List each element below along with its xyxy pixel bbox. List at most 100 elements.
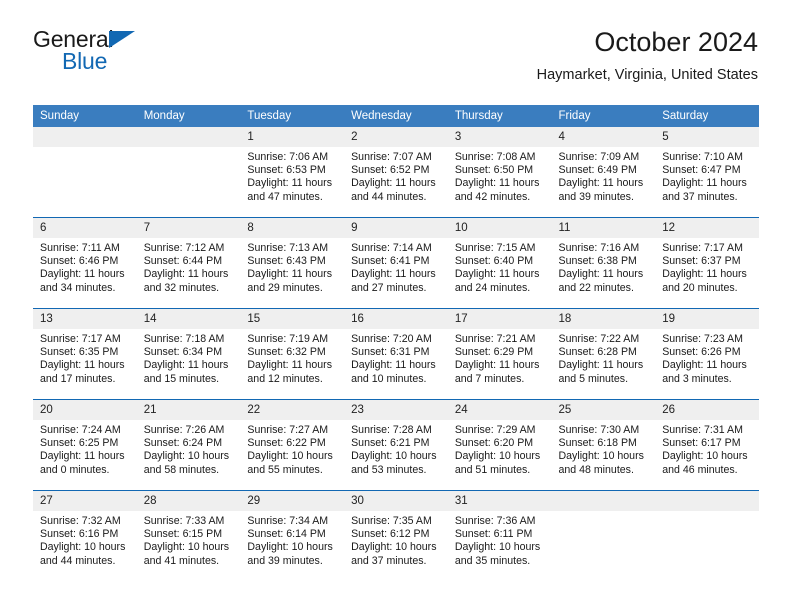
daylight-text-line2: and 37 minutes. bbox=[662, 190, 738, 203]
calendar-day-cell[interactable]: 9 Sunrise: 7:14 AM Sunset: 6:41 PM Daylight… bbox=[344, 217, 448, 309]
daylight-text-line1: Daylight: 10 hours bbox=[247, 450, 333, 463]
weekday-header-monday: Monday bbox=[136, 105, 241, 127]
title-block: October 2024 Haymarket, Virginia, United… bbox=[537, 26, 758, 85]
calendar-day-cell[interactable]: 8 Sunrise: 7:13 AM Sunset: 6:43 PM Daylight… bbox=[240, 217, 345, 309]
day-details: Sunrise: 7:23 AM Sunset: 6:26 PM Daylight:… bbox=[655, 329, 759, 386]
daylight-text-line1: Daylight: 10 hours bbox=[454, 450, 541, 463]
sunset-text: Sunset: 6:46 PM bbox=[40, 255, 119, 268]
daylight-text-line2: and 42 minutes. bbox=[454, 190, 531, 203]
calendar-day-cell-empty bbox=[136, 127, 241, 218]
calendar-day-cell[interactable]: 13 Sunrise: 7:17 AM Sunset: 6:35 PM Dayligh… bbox=[33, 308, 137, 400]
day-number: 16 bbox=[344, 309, 448, 329]
sunset-text: Sunset: 6:14 PM bbox=[247, 528, 326, 541]
sunset-text: Sunset: 6:49 PM bbox=[558, 164, 637, 177]
daylight-text-line2: and 3 minutes. bbox=[662, 372, 732, 385]
daylight-text-line2: and 53 minutes. bbox=[351, 463, 427, 476]
calendar-day-cell[interactable]: 4 Sunrise: 7:09 AM Sunset: 6:49 PM Daylight… bbox=[551, 127, 656, 218]
day-number: 8 bbox=[240, 218, 345, 238]
day-number: 3 bbox=[447, 127, 552, 147]
sunrise-text: Sunrise: 7:16 AM bbox=[558, 242, 640, 254]
calendar-week-row: 1 Sunrise: 7:06 AM Sunset: 6:53 PM Daylight… bbox=[33, 127, 759, 218]
sunrise-text: Sunrise: 7:07 AM bbox=[351, 151, 432, 163]
calendar-day-cell[interactable]: 23 Sunrise: 7:28 AM Sunset: 6:21 PM Dayligh… bbox=[344, 399, 448, 491]
calendar-day-cell[interactable]: 12 Sunrise: 7:17 AM Sunset: 6:37 PM Dayligh… bbox=[655, 217, 759, 309]
calendar-day-cell[interactable]: 25 Sunrise: 7:30 AM Sunset: 6:18 PM Dayligh… bbox=[551, 399, 656, 491]
day-details: Sunrise: 7:17 AM Sunset: 6:37 PM Daylight:… bbox=[655, 238, 759, 295]
calendar-day-cell[interactable]: 1 Sunrise: 7:06 AM Sunset: 6:53 PM Daylight… bbox=[240, 127, 345, 218]
calendar-day-cell[interactable]: 11 Sunrise: 7:16 AM Sunset: 6:38 PM Dayligh… bbox=[551, 217, 656, 309]
sunset-text: Sunset: 6:37 PM bbox=[662, 255, 741, 268]
calendar-day-cell[interactable]: 3 Sunrise: 7:08 AM Sunset: 6:50 PM Daylight… bbox=[447, 127, 552, 218]
sunset-text: Sunset: 6:31 PM bbox=[351, 346, 430, 359]
daylight-text-line2: and 44 minutes. bbox=[351, 190, 427, 203]
sunset-text: Sunset: 6:35 PM bbox=[40, 346, 119, 359]
daylight-text-line1: Daylight: 11 hours bbox=[454, 177, 540, 190]
sunrise-text: Sunrise: 7:27 AM bbox=[247, 424, 329, 436]
sunrise-text: Sunrise: 7:17 AM bbox=[40, 333, 121, 345]
day-number: 24 bbox=[447, 400, 552, 420]
day-details: Sunrise: 7:27 AM Sunset: 6:22 PM Daylight:… bbox=[240, 420, 344, 477]
page-title: October 2024 bbox=[594, 27, 758, 57]
daylight-text-line2: and 34 minutes. bbox=[40, 281, 116, 294]
calendar-day-cell[interactable]: 7 Sunrise: 7:12 AM Sunset: 6:44 PM Daylight… bbox=[136, 217, 241, 309]
calendar-day-cell[interactable]: 22 Sunrise: 7:27 AM Sunset: 6:22 PM Dayligh… bbox=[240, 399, 345, 491]
day-details: Sunrise: 7:34 AM Sunset: 6:14 PM Daylight:… bbox=[240, 511, 344, 568]
sunset-text: Sunset: 6:21 PM bbox=[351, 437, 430, 450]
calendar-day-cell[interactable]: 10 Sunrise: 7:15 AM Sunset: 6:40 PM Dayligh… bbox=[447, 217, 552, 309]
day-details: Sunrise: 7:22 AM Sunset: 6:28 PM Daylight:… bbox=[552, 329, 656, 386]
sunset-text: Sunset: 6:28 PM bbox=[558, 346, 637, 359]
calendar-day-cell[interactable]: 20 Sunrise: 7:24 AM Sunset: 6:25 PM Dayligh… bbox=[33, 399, 137, 491]
day-number: 2 bbox=[344, 127, 448, 147]
calendar-day-cell[interactable]: 6 Sunrise: 7:11 AM Sunset: 6:46 PM Daylight… bbox=[33, 217, 137, 309]
sunset-text: Sunset: 6:50 PM bbox=[454, 164, 534, 177]
sunrise-text: Sunrise: 7:29 AM bbox=[454, 424, 536, 436]
daylight-text-line2: and 41 minutes. bbox=[143, 554, 220, 567]
calendar-day-cell[interactable]: 24 Sunrise: 7:29 AM Sunset: 6:20 PM Dayligh… bbox=[447, 399, 552, 491]
sunset-text: Sunset: 6:52 PM bbox=[351, 164, 430, 177]
sunset-text: Sunset: 6:53 PM bbox=[247, 164, 326, 177]
sunrise-text: Sunrise: 7:21 AM bbox=[454, 333, 536, 345]
calendar-day-cell[interactable]: 2 Sunrise: 7:07 AM Sunset: 6:52 PM Daylight… bbox=[344, 127, 448, 218]
sunrise-text: Sunrise: 7:24 AM bbox=[40, 424, 121, 436]
sunrise-text: Sunrise: 7:26 AM bbox=[143, 424, 225, 436]
day-details: Sunrise: 7:28 AM Sunset: 6:21 PM Daylight:… bbox=[344, 420, 448, 477]
calendar-day-cell[interactable]: 18 Sunrise: 7:22 AM Sunset: 6:28 PM Dayligh… bbox=[551, 308, 656, 400]
calendar-day-cell[interactable]: 21 Sunrise: 7:26 AM Sunset: 6:24 PM Dayligh… bbox=[136, 399, 241, 491]
calendar-day-cell[interactable]: 26 Sunrise: 7:31 AM Sunset: 6:17 PM Dayligh… bbox=[655, 399, 759, 491]
sunset-text: Sunset: 6:34 PM bbox=[143, 346, 223, 359]
sunset-text: Sunset: 6:38 PM bbox=[558, 255, 637, 268]
sunrise-text: Sunrise: 7:20 AM bbox=[351, 333, 432, 345]
calendar-day-cell-empty bbox=[33, 127, 137, 218]
calendar-day-cell[interactable]: 31 Sunrise: 7:36 AM Sunset: 6:11 PM Dayligh… bbox=[447, 490, 552, 581]
daylight-text-line2: and 5 minutes. bbox=[558, 372, 629, 385]
daylight-text-line2: and 7 minutes. bbox=[454, 372, 525, 385]
day-number: 26 bbox=[655, 400, 759, 420]
generalblue-logo[interactable]: General Blue bbox=[33, 26, 233, 82]
calendar-day-cell[interactable]: 14 Sunrise: 7:18 AM Sunset: 6:34 PM Dayligh… bbox=[136, 308, 241, 400]
daylight-text-line2: and 17 minutes. bbox=[40, 372, 116, 385]
sunrise-text: Sunrise: 7:09 AM bbox=[558, 151, 640, 163]
calendar-day-cell[interactable]: 27 Sunrise: 7:32 AM Sunset: 6:16 PM Dayligh… bbox=[33, 490, 137, 581]
calendar-day-cell[interactable]: 30 Sunrise: 7:35 AM Sunset: 6:12 PM Dayligh… bbox=[344, 490, 448, 581]
daylight-text-line1: Daylight: 11 hours bbox=[143, 359, 229, 372]
daylight-text-line1: Daylight: 10 hours bbox=[40, 541, 126, 554]
daylight-text-line2: and 22 minutes. bbox=[558, 281, 634, 294]
calendar-day-cell[interactable]: 28 Sunrise: 7:33 AM Sunset: 6:15 PM Dayligh… bbox=[136, 490, 241, 581]
daylight-text-line1: Daylight: 10 hours bbox=[247, 541, 333, 554]
day-details: Sunrise: 7:29 AM Sunset: 6:20 PM Daylight:… bbox=[448, 420, 552, 477]
day-number: 10 bbox=[447, 218, 552, 238]
day-number bbox=[655, 491, 759, 511]
calendar-day-cell[interactable]: 5 Sunrise: 7:10 AM Sunset: 6:47 PM Daylight… bbox=[655, 127, 759, 218]
calendar-day-cell[interactable]: 17 Sunrise: 7:21 AM Sunset: 6:29 PM Dayligh… bbox=[447, 308, 552, 400]
calendar-day-cell[interactable]: 29 Sunrise: 7:34 AM Sunset: 6:14 PM Dayligh… bbox=[240, 490, 345, 581]
daylight-text-line1: Daylight: 11 hours bbox=[558, 359, 644, 372]
calendar-day-cell[interactable]: 19 Sunrise: 7:23 AM Sunset: 6:26 PM Dayligh… bbox=[655, 308, 759, 400]
calendar-day-cell[interactable]: 15 Sunrise: 7:19 AM Sunset: 6:32 PM Dayligh… bbox=[240, 308, 345, 400]
day-number: 15 bbox=[240, 309, 345, 329]
day-number: 28 bbox=[136, 491, 241, 511]
daylight-text-line1: Daylight: 10 hours bbox=[558, 450, 644, 463]
daylight-text-line1: Daylight: 11 hours bbox=[143, 268, 229, 281]
calendar-week-row: 27 Sunrise: 7:32 AM Sunset: 6:16 PM Dayligh… bbox=[33, 490, 759, 581]
daylight-text-line2: and 35 minutes. bbox=[454, 554, 531, 567]
calendar-day-cell[interactable]: 16 Sunrise: 7:20 AM Sunset: 6:31 PM Dayligh… bbox=[344, 308, 448, 400]
